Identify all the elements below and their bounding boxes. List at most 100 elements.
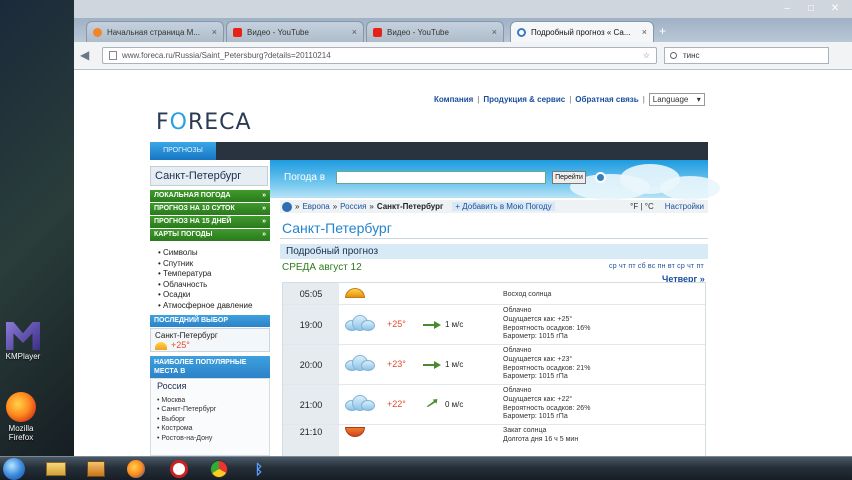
city-search-input[interactable] xyxy=(336,171,546,184)
row-wind: 1 м/с xyxy=(445,360,464,369)
desktop-icon-label: Mozilla Firefox xyxy=(8,424,34,442)
row-desc: Облачно Ощущается как: +25° Вероятность ос… xyxy=(503,307,591,341)
popular-city-link[interactable]: • Санкт-Петербург xyxy=(157,405,263,415)
unit-toggle[interactable]: °F | °C xyxy=(630,202,654,211)
address-text: www.foreca.ru/Russia/Saint_Petersburg?de… xyxy=(122,51,331,60)
link-products[interactable]: Продукция & сервис xyxy=(483,95,565,104)
crumb-europe[interactable]: Европа xyxy=(302,202,329,211)
firefox-icon[interactable] xyxy=(122,459,150,479)
add-to-my-weather-button[interactable]: + Добавить в Мою Погоду xyxy=(452,202,555,211)
row-time: 21:00 xyxy=(283,385,339,424)
tab-forecasts[interactable]: ПРОГНОЗЫ xyxy=(150,142,216,160)
forecast-table: 05:05 Восход солнца 19:00 +25° 1 м/с Обл… xyxy=(282,282,706,462)
forecast-row: 19:00 +25° 1 м/с Облачно Ощущается как: +… xyxy=(283,305,705,345)
sunset-icon xyxy=(345,427,365,437)
tab-title: Подробный прогноз « Са... xyxy=(531,27,631,37)
popular-city-link[interactable]: • Москва xyxy=(157,396,263,406)
row-desc: Облачно Ощущается как: +22° Вероятность ос… xyxy=(503,387,591,421)
forecast-menu: ЛОКАЛЬНАЯ ПОГОДА» ПРОГНОЗ НА 10 СУТОК» П… xyxy=(150,190,270,242)
map-sublinks: • Символы • Спутник • Температура • Обла… xyxy=(158,248,252,311)
kmplayer-icon xyxy=(6,322,40,350)
close-tab-icon[interactable]: × xyxy=(638,27,647,37)
browser-window: – □ ✕ Начальная страница M... × Видео - … xyxy=(74,0,852,462)
globe-icon[interactable] xyxy=(282,201,292,212)
new-tab-button[interactable]: + xyxy=(659,24,666,38)
wind-arrow-icon xyxy=(426,399,438,407)
menu-weather-maps[interactable]: КАРТЫ ПОГОДЫ» xyxy=(150,229,270,241)
close-button[interactable]: ✕ xyxy=(824,2,846,16)
forecast-row: 20:00 +23° 1 м/с Облачно Ощущается как: +… xyxy=(283,345,705,385)
sublink-satellite[interactable]: • Спутник xyxy=(158,259,252,270)
popular-city-link[interactable]: • Ростов-на-Дону xyxy=(157,434,263,444)
recent-heading: ПОСЛЕДНИЙ ВЫБОР xyxy=(150,315,270,327)
sublink-temperature[interactable]: • Температура xyxy=(158,269,252,280)
wind-arrow-icon xyxy=(423,321,441,329)
menu-local-weather[interactable]: ЛОКАЛЬНАЯ ПОГОДА» xyxy=(150,190,270,202)
menu-15-day[interactable]: ПРОГНОЗ НА 15 ДНЕЙ» xyxy=(150,216,270,228)
bluetooth-icon[interactable]: ᛒ xyxy=(245,459,273,479)
popular-city-link[interactable]: • Кострома xyxy=(157,424,263,434)
breadcrumb: » Европа » Россия » Санкт-Петербург + До… xyxy=(280,200,708,213)
desktop-icon-firefox[interactable]: Mozilla Firefox xyxy=(0,392,56,442)
link-feedback[interactable]: Обратная связь xyxy=(575,95,638,104)
search-box[interactable]: тинс xyxy=(664,47,829,64)
day-links[interactable]: ср чт пт сб вс пн вт ср чт пт xyxy=(609,263,704,270)
tab-strip: Начальная страница M... × Видео - YouTub… xyxy=(74,18,852,42)
sublink-pressure[interactable]: • Атмосферное давление xyxy=(158,301,252,312)
sublink-precipitation[interactable]: • Осадки xyxy=(158,290,252,301)
close-tab-icon[interactable]: × xyxy=(208,27,217,37)
window-controls: – □ ✕ xyxy=(776,2,846,16)
record-icon[interactable] xyxy=(165,459,193,479)
tab-title: Видео - YouTube xyxy=(387,27,449,37)
search-value: тинс xyxy=(683,51,700,60)
close-tab-icon[interactable]: × xyxy=(348,27,357,37)
row-desc: Закат солнца Долгота дня 16 ч 5 мин xyxy=(503,427,579,443)
browser-tab[interactable]: Видео - YouTube × xyxy=(366,21,504,42)
address-bar[interactable]: www.foreca.ru/Russia/Saint_Petersburg?de… xyxy=(102,47,657,64)
close-tab-icon[interactable]: × xyxy=(488,27,497,37)
row-time: 19:00 xyxy=(283,305,339,344)
navigation-toolbar: ◀ www.foreca.ru/Russia/Saint_Petersburg?… xyxy=(74,42,852,70)
start-orb-icon[interactable] xyxy=(3,458,25,480)
youtube-favicon-icon xyxy=(373,27,382,37)
popular-country: Россия xyxy=(157,381,187,391)
media-player-icon[interactable] xyxy=(82,459,110,479)
cloudy-icon xyxy=(345,395,375,411)
foreca-logo[interactable]: FORECA xyxy=(156,110,252,135)
settings-link[interactable]: Настройки xyxy=(665,202,704,211)
desktop-icon-kmplayer[interactable]: KMPlayer xyxy=(0,322,58,361)
browser-tab[interactable]: Начальная страница M... × xyxy=(86,21,224,42)
language-select[interactable]: Language ▾ xyxy=(648,93,705,106)
sublink-symbols[interactable]: • Символы xyxy=(158,248,252,259)
locate-icon[interactable] xyxy=(595,172,606,183)
maximize-button[interactable]: □ xyxy=(800,2,822,16)
youtube-favicon-icon xyxy=(233,27,242,37)
forecast-row: 05:05 Восход солнца xyxy=(283,283,705,305)
crumb-russia[interactable]: Россия xyxy=(340,202,366,211)
chevron-down-icon: ▾ xyxy=(696,95,701,104)
menu-10-day[interactable]: ПРОГНОЗ НА 10 СУТОК» xyxy=(150,203,270,215)
sublink-cloudiness[interactable]: • Облачность xyxy=(158,280,252,291)
star-icon[interactable]: ☆ xyxy=(643,51,650,60)
browser-tab[interactable]: Видео - YouTube × xyxy=(226,21,364,42)
recent-city[interactable]: Санкт-Петербург +25° xyxy=(150,328,270,352)
divider xyxy=(280,238,708,239)
forecast-row: 21:00 +22° 0 м/с Облачно Ощущается как: +… xyxy=(283,385,705,425)
page-title: Санкт-Петербург xyxy=(282,220,392,236)
back-icon[interactable]: ◀ xyxy=(80,48,89,62)
tab-title: Начальная страница M... xyxy=(107,27,200,37)
firefox-icon xyxy=(6,392,36,422)
explorer-icon[interactable] xyxy=(42,459,70,479)
popular-city-link[interactable]: • Выборг xyxy=(157,415,263,425)
chrome-icon[interactable] xyxy=(205,459,233,479)
go-button[interactable]: Перейти xyxy=(552,171,586,184)
recent-temp: +25° xyxy=(171,340,190,350)
row-wind: 1 м/с xyxy=(445,320,464,329)
desktop-icon-label: KMPlayer xyxy=(5,352,41,361)
link-company[interactable]: Компания xyxy=(434,95,473,104)
minimize-button[interactable]: – xyxy=(776,2,798,16)
browser-tab-active[interactable]: Подробный прогноз « Са... × xyxy=(510,21,654,42)
popular-places: Россия • Москва • Санкт-Петербург • Выбо… xyxy=(150,378,270,456)
cloudy-icon xyxy=(345,315,375,331)
page-viewport: Компания | Продукция & сервис | Обратная с… xyxy=(74,70,852,462)
